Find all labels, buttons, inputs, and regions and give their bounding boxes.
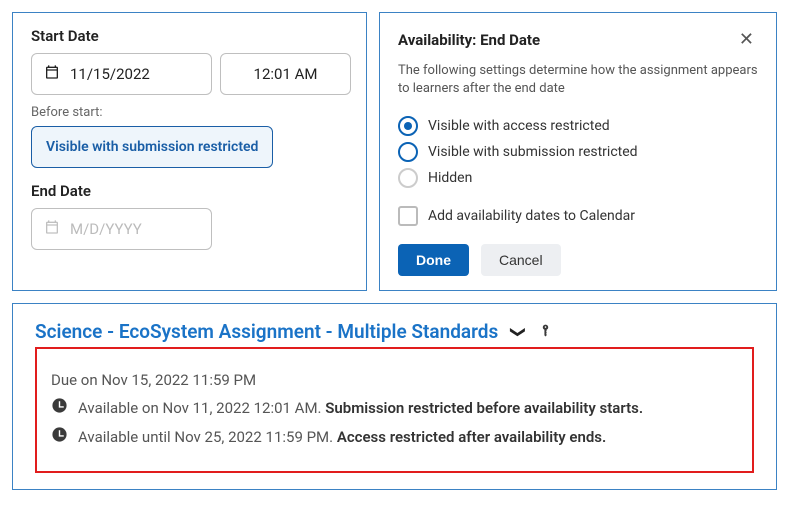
- start-date-input[interactable]: 11/15/2022: [31, 53, 212, 95]
- end-date-label: End Date: [31, 182, 348, 200]
- end-date-placeholder: M/D/YYYY: [70, 220, 142, 238]
- end-date-input[interactable]: M/D/YYYY: [31, 208, 212, 250]
- availability-summary-box: Due on Nov 15, 2022 11:59 PM Available o…: [35, 347, 754, 473]
- option-label: Visible with submission restricted: [428, 144, 638, 160]
- done-button[interactable]: Done: [398, 244, 469, 276]
- start-date-label: Start Date: [31, 27, 348, 45]
- radio-icon: [398, 116, 418, 136]
- calendar-icon: [44, 219, 60, 239]
- start-time-value: 12:01 AM: [254, 65, 318, 83]
- due-date-text: Due on Nov 15, 2022 11:59 PM: [51, 371, 738, 389]
- option-label: Hidden: [428, 170, 472, 186]
- start-time-input[interactable]: 12:01 AM: [220, 53, 351, 95]
- assignment-summary-panel: Science - EcoSystem Assignment - Multipl…: [12, 303, 777, 490]
- checkbox-icon: [398, 206, 418, 226]
- checkbox-label: Add availability dates to Calendar: [428, 208, 635, 224]
- clock-icon: [51, 426, 68, 447]
- clock-icon: [51, 397, 68, 418]
- cancel-button[interactable]: Cancel: [481, 244, 561, 276]
- calendar-icon: [44, 64, 60, 84]
- option-access-restricted[interactable]: Visible with access restricted: [398, 116, 758, 136]
- option-label: Visible with access restricted: [428, 118, 610, 134]
- option-hidden[interactable]: Hidden: [398, 168, 758, 188]
- chevron-down-icon[interactable]: ❯: [510, 326, 528, 339]
- available-until-line: Available until Nov 25, 2022 11:59 PM. A…: [51, 426, 738, 447]
- start-date-value: 11/15/2022: [70, 65, 150, 83]
- radio-icon: [398, 168, 418, 188]
- availability-end-date-panel: Availability: End Date ✕ The following s…: [379, 12, 777, 291]
- before-start-label: Before start:: [31, 105, 348, 120]
- key-icon: [539, 321, 552, 343]
- before-start-chip[interactable]: Visible with submission restricted: [31, 126, 273, 168]
- availability-description: The following settings determine how the…: [398, 62, 758, 98]
- radio-icon: [398, 142, 418, 162]
- available-on-line: Available on Nov 11, 2022 12:01 AM. Subm…: [51, 397, 738, 418]
- option-submission-restricted[interactable]: Visible with submission restricted: [398, 142, 758, 162]
- assignment-title-link[interactable]: Science - EcoSystem Assignment - Multipl…: [35, 320, 498, 343]
- availability-title: Availability: End Date: [398, 31, 540, 49]
- add-to-calendar-checkbox[interactable]: Add availability dates to Calendar: [398, 206, 758, 226]
- close-icon[interactable]: ✕: [735, 27, 758, 52]
- start-end-date-panel: Start Date 11/15/2022 12:01 AM Before st…: [12, 12, 367, 291]
